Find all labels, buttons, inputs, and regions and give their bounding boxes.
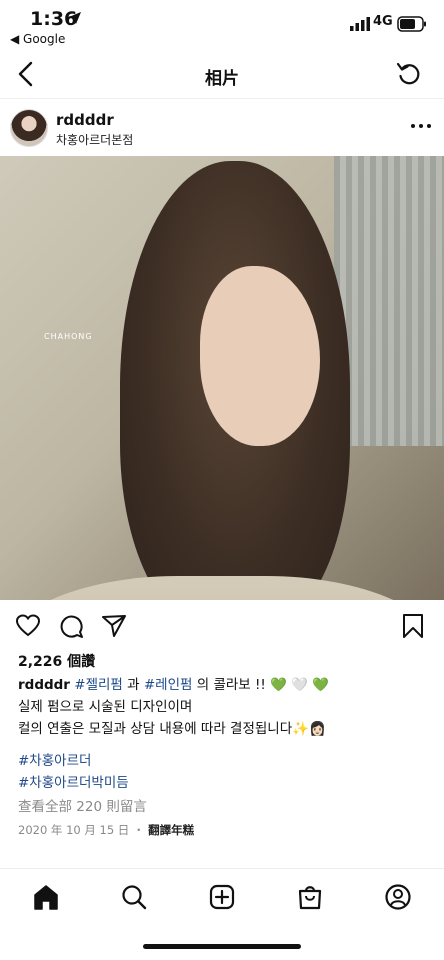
post-date: 2020 年 10 月 15 日 ・	[18, 823, 145, 837]
hashtag-link[interactable]: #차홍아르더	[18, 750, 129, 772]
back-to-google-link[interactable]: ◀ Google	[10, 32, 65, 46]
photo-background-building	[334, 156, 444, 446]
shop-icon[interactable]	[296, 883, 324, 911]
location-arrow-icon	[69, 12, 81, 24]
bottom-tab-bar	[0, 868, 444, 929]
hashtag-list: #차홍아르더 #차홍아르더박미듬	[18, 750, 129, 794]
caption-text: 의 콜라보 !!	[192, 677, 271, 693]
refresh-icon[interactable]	[396, 61, 422, 87]
post-username[interactable]: rddddr	[56, 111, 114, 129]
home-indicator	[143, 944, 301, 949]
status-bar: 1:36 ◀ Google 4G	[0, 0, 444, 48]
post-actions	[0, 605, 444, 645]
caption-line: 컬의 연출은 모질과 상담 내용에 따라 결정됩니다✨👩🏻	[18, 721, 326, 737]
post-date-row: 2020 年 10 月 15 日 ・ 翻譯年糕	[18, 822, 194, 838]
page-title: 相片	[205, 69, 239, 89]
caption-hearts: 💚 🤍 💚	[270, 677, 330, 693]
comment-icon[interactable]	[58, 613, 84, 639]
post-header: rddddr 차홍아르더본점	[0, 100, 444, 156]
top-nav-bar: 相片	[0, 52, 444, 99]
post-photo[interactable]: CHAHONG	[0, 156, 444, 600]
heart-icon[interactable]	[15, 613, 41, 639]
hashtag-link[interactable]: #차홍아르더박미듬	[18, 772, 129, 794]
translate-link[interactable]: 翻譯年糕	[148, 823, 194, 837]
search-icon[interactable]	[120, 883, 148, 911]
like-count[interactable]: 2,226 個讚	[18, 651, 95, 671]
view-all-comments-link[interactable]: 查看全部 220 則留言	[18, 795, 147, 815]
caption-hashtag[interactable]: #레인펌	[144, 677, 193, 693]
caption-username[interactable]: rddddr	[18, 677, 70, 693]
caption-hashtag[interactable]: #젤리펌	[74, 677, 123, 693]
post-location[interactable]: 차홍아르더본점	[56, 131, 133, 148]
share-icon[interactable]	[101, 613, 127, 639]
signal-icon	[350, 17, 370, 31]
caption-line: 실제 펌으로 시술된 디자인이며	[18, 699, 193, 715]
post-caption: rddddr #젤리펌 과 #레인펌 의 콜라보 !! 💚 🤍 💚 실제 펌으로…	[18, 674, 428, 740]
battery-icon	[397, 16, 426, 32]
create-icon[interactable]	[208, 883, 236, 911]
photo-sweater	[0, 576, 444, 600]
bookmark-icon[interactable]	[400, 613, 426, 639]
avatar[interactable]	[10, 109, 48, 147]
home-icon[interactable]	[32, 883, 60, 911]
caption-text: 과	[122, 677, 144, 693]
profile-icon[interactable]	[384, 883, 412, 911]
more-icon[interactable]	[410, 118, 432, 134]
network-type: 4G	[373, 14, 393, 29]
photo-watermark: CHAHONG	[44, 332, 93, 341]
